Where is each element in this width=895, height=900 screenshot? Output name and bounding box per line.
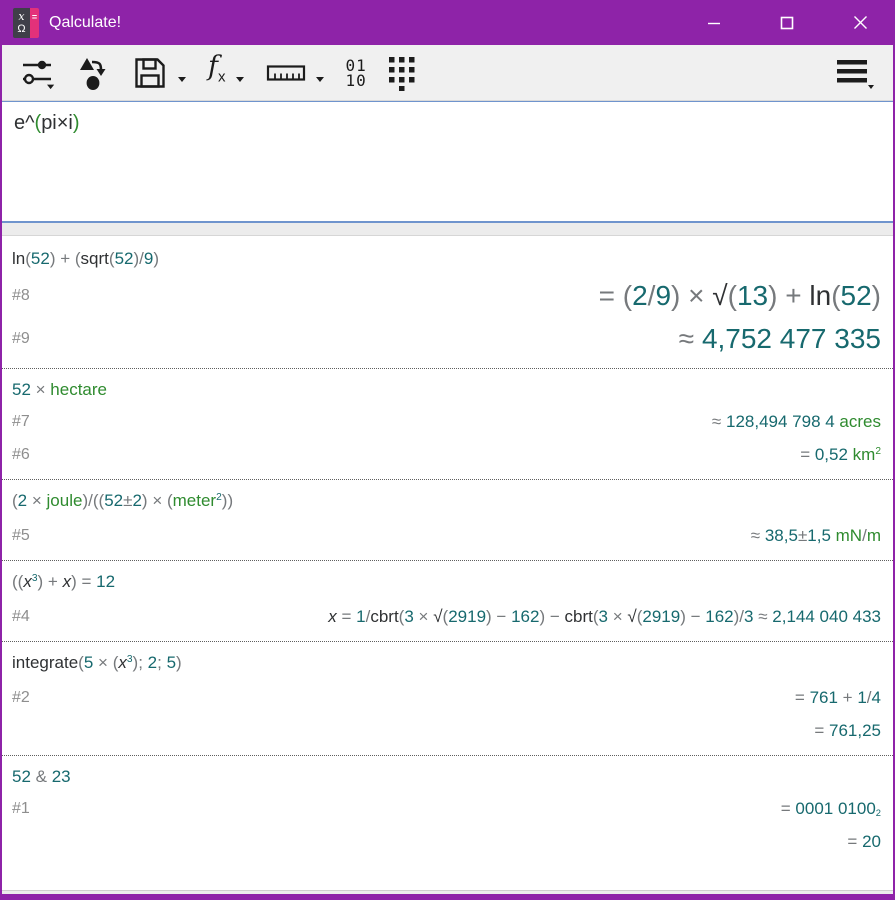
expression-input[interactable]: e^(pi×i): [2, 101, 893, 223]
history-result-row: #1= 0001 01002: [12, 792, 881, 825]
history-result-row: #5≈ 38,5±1,5 mN/m: [12, 519, 881, 552]
history-result-row: #4x = 1/cbrt(3 × √(2919) − 162) − cbrt(3…: [12, 600, 881, 633]
history-index-label[interactable]: #6: [12, 446, 30, 464]
maximize-button[interactable]: [764, 0, 810, 45]
history-result-row: #6= 0,52 km2: [12, 438, 881, 471]
history-entry: ((x3) + x) = 12#4x = 1/cbrt(3 × √(2919) …: [2, 561, 893, 633]
history-index-label[interactable]: #2: [12, 689, 30, 707]
history-result-value[interactable]: = 0001 01002: [30, 799, 881, 819]
convert-icon: [76, 54, 112, 92]
history-entry: 52 & 23#1= 0001 01002= 20: [2, 756, 893, 858]
functions-button[interactable]: fx: [204, 51, 230, 95]
units-dropdown-icon[interactable]: [316, 77, 324, 82]
history-expression[interactable]: ln(52) + (sqrt(52)/9): [12, 244, 881, 274]
history-expression[interactable]: ((x3) + x) = 12: [12, 567, 881, 600]
expression-text: e^(pi×i): [14, 112, 80, 134]
history-result-value[interactable]: = (2/9) × √(13) + ln(52): [30, 280, 881, 312]
main-menu-button[interactable]: [831, 51, 879, 95]
history-result-value[interactable]: = 761,25: [12, 721, 881, 741]
keypad-button[interactable]: [383, 51, 423, 95]
functions-fx-icon: fx: [208, 52, 226, 92]
convert-button[interactable]: [72, 51, 116, 95]
titlebar: xΩ = Qalculate!: [0, 0, 895, 45]
history-expression[interactable]: 52 × hectare: [12, 375, 881, 405]
mode-sliders-icon: [20, 54, 56, 92]
history-expression[interactable]: 52 & 23: [12, 762, 881, 792]
history-result-row: #7≈ 128,494 798 4 acres: [12, 405, 881, 438]
window-title: Qalculate!: [49, 14, 691, 32]
units-button[interactable]: [262, 51, 310, 95]
history-entry: (2 × joule)/((52±2) × (meter2))#5≈ 38,5±…: [2, 480, 893, 552]
window-border: [0, 894, 895, 900]
history-result-value[interactable]: ≈ 128,494 798 4 acres: [30, 412, 881, 432]
save-dropdown-icon[interactable]: [178, 77, 186, 82]
number-bases-button[interactable]: 01 10: [342, 51, 371, 95]
history-result-value[interactable]: ≈ 38,5±1,5 mN/m: [30, 526, 881, 546]
app-window: xΩ = Qalculate!: [0, 0, 895, 900]
history-result-value[interactable]: x = 1/cbrt(3 × √(2919) − 162) − cbrt(3 ×…: [30, 607, 881, 627]
history-index-label[interactable]: #7: [12, 413, 30, 431]
history-index-label[interactable]: #5: [12, 527, 30, 545]
minimize-icon: [707, 16, 721, 30]
units-ruler-icon: [266, 55, 306, 91]
pane-splitter[interactable]: [2, 223, 893, 236]
main-menu-icon: [835, 56, 875, 90]
close-button[interactable]: [837, 0, 883, 45]
history-result-value[interactable]: = 0,52 km2: [30, 445, 881, 465]
history-entry: 52 × hectare#7≈ 128,494 798 4 acres#6= 0…: [2, 369, 893, 471]
keypad-icon: [387, 55, 419, 91]
app-icon: xΩ =: [13, 8, 39, 38]
save-button[interactable]: [128, 51, 172, 95]
history-result-row: = 20: [12, 825, 881, 858]
history-expression[interactable]: (2 × joule)/((52±2) × (meter2)): [12, 486, 881, 519]
history-entry: ln(52) + (sqrt(52)/9)#8= (2/9) × √(13) +…: [2, 238, 893, 360]
history-index-label[interactable]: #8: [12, 287, 30, 305]
minimize-button[interactable]: [691, 0, 737, 45]
history-index-label[interactable]: #4: [12, 608, 30, 626]
toolbar: fx 01 10: [2, 45, 893, 101]
number-bases-icon: 01 10: [346, 58, 367, 88]
history-result-value[interactable]: = 761 + 1/4: [30, 688, 881, 708]
history-index-label[interactable]: #1: [12, 800, 30, 818]
history-result-value[interactable]: ≈ 4,752 477 335: [30, 323, 881, 355]
maximize-icon: [780, 16, 794, 30]
history-result-row: = 761,25: [12, 714, 881, 747]
history-expression[interactable]: integrate(5 × (x3); 2; 5): [12, 648, 881, 681]
history-result-row: #9≈ 4,752 477 335: [12, 317, 881, 360]
history-result-row: #8= (2/9) × √(13) + ln(52): [12, 274, 881, 317]
history-entry: integrate(5 × (x3); 2; 5)#2= 761 + 1/4= …: [2, 642, 893, 747]
close-icon: [853, 15, 868, 30]
history-result-row: #2= 761 + 1/4: [12, 681, 881, 714]
history-result-value[interactable]: = 20: [12, 832, 881, 852]
history-pane[interactable]: ln(52) + (sqrt(52)/9)#8= (2/9) × √(13) +…: [2, 236, 893, 890]
history-index-label[interactable]: #9: [12, 330, 30, 348]
mode-button[interactable]: [16, 51, 60, 95]
save-icon: [132, 55, 168, 91]
functions-dropdown-icon[interactable]: [236, 77, 244, 82]
